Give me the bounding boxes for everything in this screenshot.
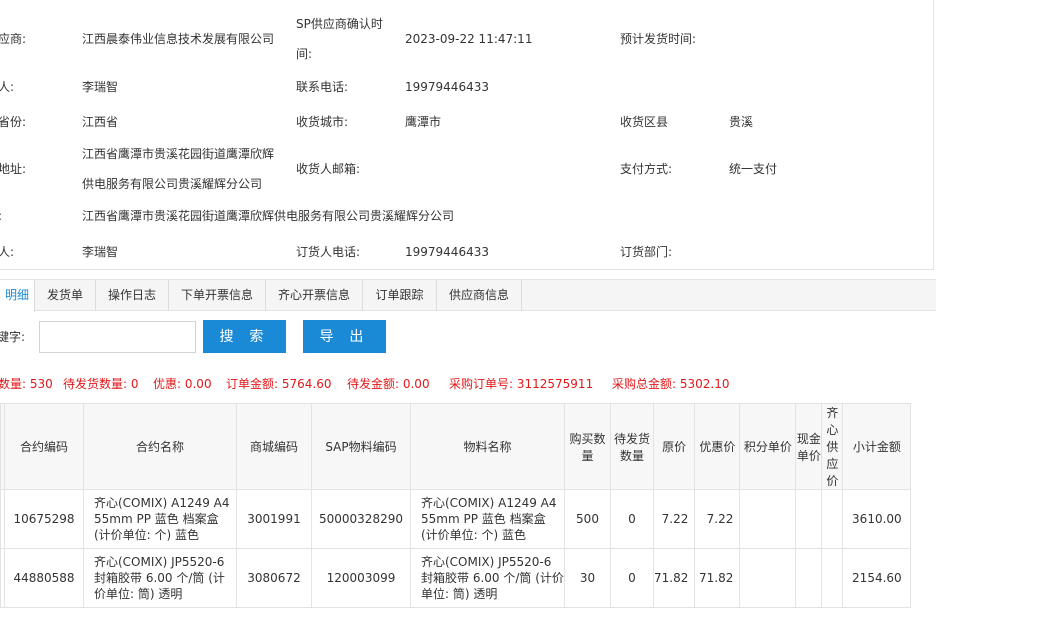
cell-purchase-qty: 30 — [564, 548, 611, 608]
order-items-table: 合约编码 合约名称 商城编码 SAP物料编码 物料名称 购买数量 待发货数量 原… — [0, 403, 912, 608]
keyword-label: 键字: — [0, 330, 26, 344]
tab-bar: 明细 发货单 操作日志 下单开票信息 齐心开票信息 订单跟踪 供应商信息 — [0, 279, 936, 312]
cell-discount-price: 7.22 — [694, 489, 741, 549]
header-mall-code: 商城编码 — [236, 403, 312, 490]
cell-cash-price — [795, 548, 823, 608]
district-value: 贵溪 — [729, 115, 754, 129]
header-pending-qty: 待发货数量 — [610, 403, 654, 490]
header-purchase-qty: 购买数量 — [564, 403, 611, 490]
payment-method-value: 统一支付 — [729, 162, 778, 176]
cell-mall-code: 3080672 — [236, 548, 312, 608]
header-original-price: 原价 — [652, 403, 696, 490]
header-sap-code: SAP物料编码 — [311, 403, 411, 490]
cell-subtotal: 3610.00 — [842, 489, 912, 549]
city-label: 收货城市: — [296, 115, 349, 129]
tab-details[interactable]: 明细 — [0, 280, 35, 312]
tab-supplier-info[interactable]: 供应商信息 — [437, 280, 522, 311]
supplier-value: 江西晨泰伟业信息技术发展有限公司 — [82, 32, 275, 46]
orderer-label: 人: — [0, 245, 15, 259]
payment-method-label: 支付方式: — [620, 162, 673, 176]
cell-comix-supply-price — [821, 548, 844, 608]
address-value-line1: 江西省鹰潭市贵溪花园街道鹰潭欣辉 — [82, 147, 275, 161]
summary-order-amount: 订单金额: 5764.60 — [226, 377, 332, 391]
cell-pending-qty: 0 — [610, 548, 654, 608]
summary-purchase-total: 采购总金额: 5302.10 — [612, 377, 730, 391]
expected-ship-time-label: 预计发货时间: — [620, 32, 697, 46]
header-contract-code: 合约编码 — [4, 403, 84, 490]
cell-comix-supply-price — [821, 489, 844, 549]
company-label: : — [0, 207, 2, 225]
table-row: 10675298 齐心(COMIX) A1249 A4 55mm PP 蓝色 档… — [0, 489, 912, 549]
cell-cash-price — [795, 489, 823, 549]
phone-value: 19979446433 — [405, 80, 489, 94]
summary-purchase-order-no: 采购订单号: 3112575911 — [449, 377, 594, 391]
summary-pending-quantity: 待发货数量: 0 — [63, 377, 139, 391]
cell-points-price — [739, 548, 797, 608]
cell-purchase-qty: 500 — [564, 489, 611, 549]
header-cash-price: 现金单价 — [795, 403, 823, 490]
keyword-input[interactable] — [39, 321, 196, 353]
tab-order-invoice[interactable]: 下单开票信息 — [169, 280, 266, 311]
order-info-panel: 应商: 江西晨泰伟业信息技术发展有限公司 SP供应商确认时 间: 2023-09… — [0, 0, 934, 270]
sp-confirm-time-label-line2: 间: — [296, 47, 313, 61]
cell-contract-name: 齐心(COMIX) JP5520-6 封箱胶带 6.00 个/筒 (计价单位: … — [83, 548, 237, 608]
header-subtotal: 小计金额 — [842, 403, 912, 490]
header-discount-price: 优惠价 — [694, 403, 741, 490]
table-row: 44880588 齐心(COMIX) JP5520-6 封箱胶带 6.00 个/… — [0, 548, 912, 608]
cell-subtotal: 2154.60 — [842, 548, 912, 608]
receiver-email-label: 收货人邮箱: — [296, 162, 361, 176]
table-header-row: 合约编码 合约名称 商城编码 SAP物料编码 物料名称 购买数量 待发货数量 原… — [0, 403, 912, 490]
cell-original-price: 7.22 — [652, 489, 696, 549]
export-button[interactable]: 导 出 — [303, 320, 386, 353]
cell-sap-code: 120003099 — [311, 548, 411, 608]
cell-discount-price: 71.82 — [694, 548, 741, 608]
sp-confirm-time-label-line1: SP供应商确认时 — [296, 17, 383, 31]
supplier-label: 应商: — [0, 32, 27, 46]
cell-pending-qty: 0 — [610, 489, 654, 549]
cell-contract-name: 齐心(COMIX) A1249 A4 55mm PP 蓝色 档案盒 (计价单位:… — [83, 489, 237, 549]
cell-material-name: 齐心(COMIX) A1249 A4 55mm PP 蓝色 档案盒 (计价单位:… — [410, 489, 565, 549]
tab-operation-log[interactable]: 操作日志 — [96, 280, 169, 311]
order-dept-label: 订货部门: — [620, 245, 673, 259]
cell-points-price — [739, 489, 797, 549]
search-button[interactable]: 搜 索 — [203, 320, 286, 353]
summary-discount: 优惠: 0.00 — [153, 377, 212, 391]
contact-value: 李瑞智 — [82, 80, 119, 94]
address-value-line2: 供电服务有限公司贵溪耀辉分公司 — [82, 177, 263, 191]
summary-quantity: 数量: 530 — [0, 377, 53, 391]
tab-shipments[interactable]: 发货单 — [35, 280, 96, 311]
orderer-phone-label: 订货人电话: — [296, 245, 361, 259]
summary-pending-amount: 待发金额: 0.00 — [347, 377, 430, 391]
city-value: 鹰潭市 — [405, 115, 442, 129]
orderer-value: 李瑞智 — [82, 245, 119, 259]
header-points-price: 积分单价 — [739, 403, 797, 490]
contact-label: 人: — [0, 80, 15, 94]
cell-mall-code: 3001991 — [236, 489, 312, 549]
phone-label: 联系电话: — [296, 80, 349, 94]
company-value: 江西省鹰潭市贵溪花园街道鹰潭欣辉供电服务有限公司贵溪耀辉分公司 — [82, 209, 455, 223]
header-material-name: 物料名称 — [410, 403, 565, 490]
cell-material-name: 齐心(COMIX) JP5520-6 封箱胶带 6.00 个/筒 (计价单位: … — [410, 548, 565, 608]
cell-contract-code: 44880588 — [4, 548, 84, 608]
tab-comix-invoice[interactable]: 齐心开票信息 — [266, 280, 363, 311]
province-label: 省份: — [0, 115, 27, 129]
header-comix-supply-price: 齐心供应价 — [821, 403, 844, 490]
sp-confirm-time-value: 2023-09-22 11:47:11 — [405, 32, 533, 46]
header-contract-name: 合约名称 — [83, 403, 237, 490]
tab-order-tracking[interactable]: 订单跟踪 — [363, 280, 437, 311]
orderer-phone-value: 19979446433 — [405, 245, 489, 259]
cell-contract-code: 10675298 — [4, 489, 84, 549]
address-label: 地址: — [0, 162, 27, 176]
cell-sap-code: 50000328290 — [311, 489, 411, 549]
district-label: 收货区县 — [620, 115, 669, 129]
province-value: 江西省 — [82, 115, 119, 129]
cell-original-price: 71.82 — [652, 548, 696, 608]
